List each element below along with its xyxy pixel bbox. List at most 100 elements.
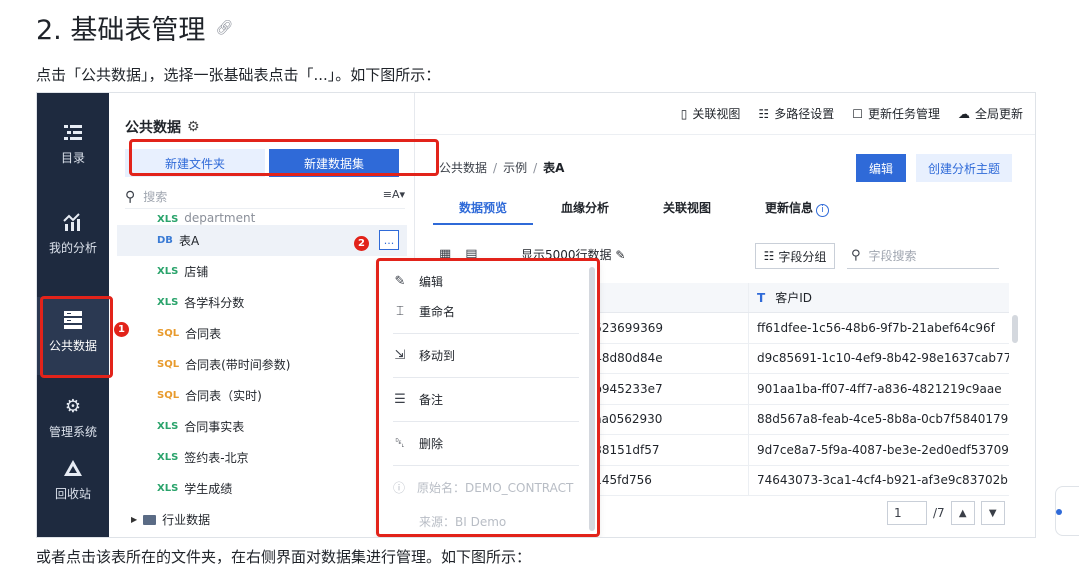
anchor-link-icon[interactable]: 🔗︎ [215,20,233,36]
tree-item[interactable]: XLS 学生成绩 [117,473,407,504]
tree-item-label: 合同表 [185,327,222,341]
toolbar-label: 全局更新 [974,107,1023,121]
search-placeholder: 搜索 [143,190,168,204]
grid-header-cell[interactable]: T 客户ID [749,283,1009,312]
xls-tag: XLS [157,452,179,463]
public-data-panel: 公共数据 ⚙ 新建文件夹 新建数据集 ⚲ 搜索 ≡A▾ XLS departme… [109,93,415,537]
nav-item-admin[interactable]: ⚙ 管理系统 [37,395,109,440]
sort-icon[interactable]: ≡A▾ [383,188,405,201]
menu-item-note[interactable]: ☰ 备注 [393,391,443,408]
tree-item[interactable]: XLS 各学科分数 [117,287,407,318]
grid-scrollbar[interactable] [1012,315,1018,343]
doc-intro: 点击「公共数据」，选择一张基础表点击「...」。如下图所示： [36,66,441,84]
xls-tag: XLS [157,421,179,432]
menu-original-name: ⓘ 原始名：DEMO_CONTRACT [393,481,574,495]
chevron-up-icon[interactable]: ▲ [950,501,975,525]
toolbar-multipath[interactable]: ☷ 多路径设置 [758,105,834,122]
breadcrumb-root[interactable]: 公共数据 [439,161,487,175]
side-widget[interactable] [1055,486,1079,536]
caret-right-icon[interactable]: ▶ [131,515,137,524]
edit-button[interactable]: 编辑 [856,154,906,182]
tree-item[interactable]: SQL 合同表(带时间参数) [117,349,407,380]
active-tab-underline [433,223,533,225]
recycle-icon [62,457,84,479]
menu-item-label: 备注 [419,393,444,407]
table-cell: 88d567a8-feab-4ce5-8b8a-0cb7f5840179 [757,412,1009,427]
search-icon: ⚲ [851,248,861,263]
tree-item-label: 表A [178,234,200,248]
nav-item-catalog[interactable]: 目录 [37,121,109,166]
nav-item-public-data[interactable]: 公共数据 [37,297,109,375]
tab-data-preview[interactable]: 数据预览 [459,199,507,216]
page-total: /7 [933,506,945,520]
new-dataset-button[interactable]: 新建数据集 [269,149,399,177]
gear-icon[interactable]: ⚙ [187,119,200,135]
nav-item-recycle[interactable]: 回收站 [37,457,109,502]
tree-item-label: 签约表-北京 [184,451,249,465]
doc-title: 2. 基础表管理 🔗︎ [36,8,233,47]
toolbar-global-update[interactable]: ☁ 全局更新 [958,105,1023,122]
tree-item-label: 合同事实表 [184,420,245,434]
menu-item-move[interactable]: ⇲ 移动到 [393,347,455,364]
field-group-button[interactable]: ☷ 字段分组 [755,243,835,269]
new-folder-button[interactable]: 新建文件夹 [125,149,265,177]
tab-update-info[interactable]: 更新信息 i [765,199,830,217]
tree-search[interactable]: ⚲ 搜索 ≡A▾ [125,185,405,209]
move-icon: ⇲ [394,348,406,363]
grid-view-icon[interactable]: ▦ [439,247,451,262]
xls-tag: XLS [157,266,179,277]
info-icon: i [816,204,830,217]
sql-tag: SQL [157,359,180,370]
tab-relation-view[interactable]: 关联视图 [663,199,711,216]
dataset-tree: XLS department DB 表A ... XLS 店铺 XLS 各学科分… [117,211,407,535]
menu-item-delete[interactable]: ␡ 删除 [393,435,443,452]
tree-item-label: 合同表(带时间参数) [185,358,291,372]
tree-item-label: 店铺 [184,265,209,279]
page-input[interactable]: 1 [887,501,927,525]
more-button[interactable]: ... [379,230,399,250]
analysis-icon [62,211,84,233]
context-menu: ✎ 编辑 ⌶ 重命名 ⇲ 移动到 ☰ 备注 ␡ 删除 ⓘ 原始名：DEMO_CO… [379,261,597,537]
menu-scrollbar[interactable] [589,267,595,531]
pager: 1 /7 ▲ ▼ [887,501,1005,525]
create-theme-button[interactable]: 创建分析主题 [916,154,1012,182]
tree-item-label: 合同表（实时) [185,389,262,403]
pencil-icon: ✎ [615,248,626,262]
breadcrumb-mid[interactable]: 示例 [503,161,527,175]
panel-header: 公共数据 ⚙ [125,117,200,137]
note-icon: ☰ [394,392,406,407]
breadcrumb: 公共数据 / 示例 / 表A [439,161,565,175]
tree-folder-label: 行业数据 [162,513,211,527]
nav-item-my-analysis[interactable]: 我的分析 [37,211,109,256]
field-search-input[interactable]: ⚲ 字段搜索 [847,243,999,269]
search-icon: ⚲ [125,188,136,205]
menu-item-rename[interactable]: ⌶ 重命名 [393,303,455,320]
relation-icon: ▯ [680,106,688,121]
tab-lineage[interactable]: 血缘分析 [561,199,609,216]
widget-dot-icon [1056,509,1062,515]
table-cell: ff61dfee-1c56-48b6-9f7b-21abef64c96f [757,320,995,335]
toolbar-relation-view[interactable]: ▯ 关联视图 [681,105,741,122]
column-name: 客户ID [775,291,812,305]
tree-folder[interactable]: ▶ 行业数据 [117,504,407,535]
list-view-icon[interactable]: ▤ [465,247,477,262]
menu-item-edit[interactable]: ✎ 编辑 [393,273,443,290]
doc-title-text: 2. 基础表管理 [36,15,206,46]
content-tabs: 数据预览 血缘分析 关联视图 更新信息 i [433,199,1035,227]
tree-item[interactable]: XLS 签约表-北京 [117,442,407,473]
tree-item[interactable]: XLS department [117,211,407,225]
tree-item[interactable]: XLS 店铺 [117,256,407,287]
menu-item-label: 编辑 [419,275,444,289]
tree-item[interactable]: SQL 合同表（实时) [117,380,407,411]
chevron-down-icon[interactable]: ▼ [980,501,1005,525]
tree-item[interactable]: XLS 合同事实表 [117,411,407,442]
menu-divider [393,377,579,378]
panel-title: 公共数据 [125,120,181,136]
table-cell: 9d7ce8a7-5f9a-4087-be3e-2ed0edf53709 [757,442,1009,457]
nav-item-label: 回收站 [54,487,91,501]
rename-icon: ⌶ [396,304,404,319]
nav-item-label: 目录 [60,151,85,165]
catalog-icon [62,121,84,143]
toolbar-update-tasks[interactable]: ☐ 更新任务管理 [852,105,940,122]
tree-item[interactable]: SQL 合同表 [117,318,407,349]
